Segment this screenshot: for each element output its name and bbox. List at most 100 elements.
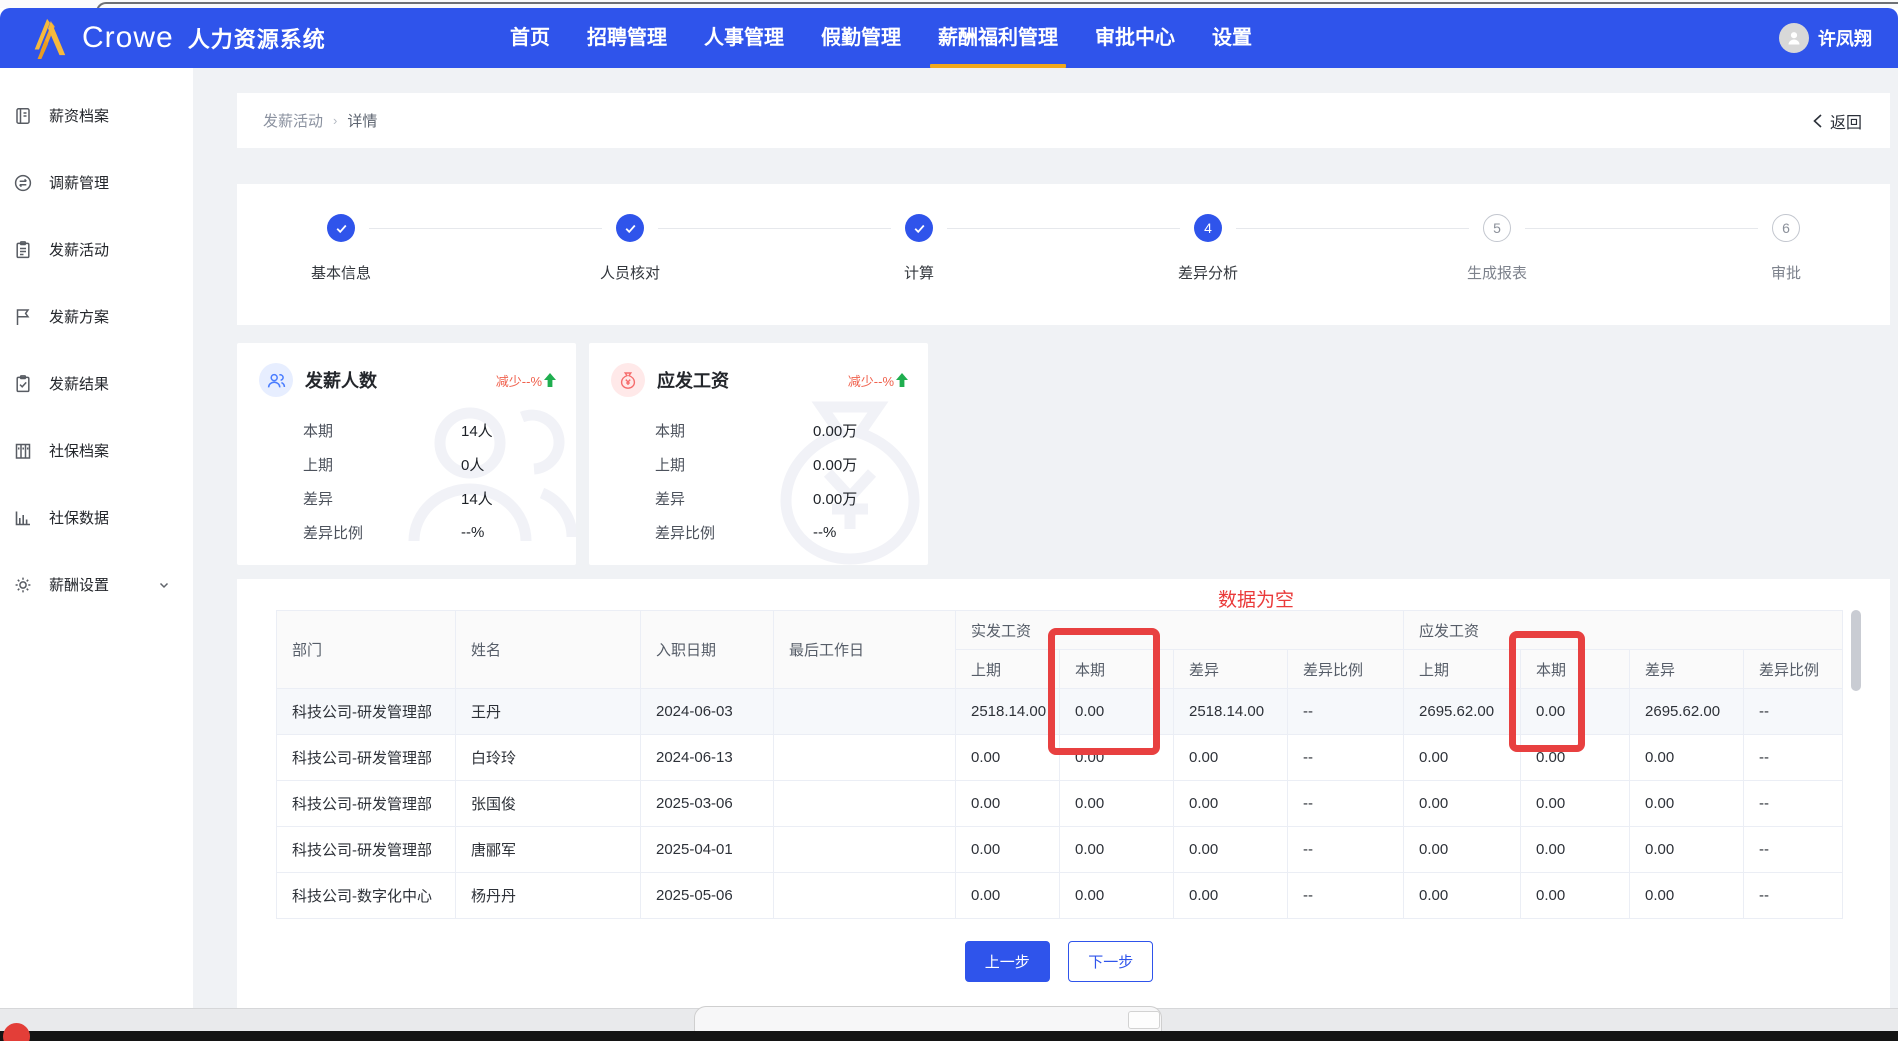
cell-name: 白玲玲 [455,734,641,781]
sidebar-item-social-archive[interactable]: 社保档案 [0,417,193,484]
nav-item-recruitment[interactable]: 招聘管理 [587,8,667,68]
nav-item-approval-center[interactable]: 审批中心 [1095,8,1175,68]
sub-header-prev: 上期 [1403,649,1522,689]
table-row[interactable]: 科技公司-研发管理部 唐郦军 2025-04-01 0.00 0.00 0.00… [276,826,1844,873]
stat-row-value: 14人 [461,490,493,508]
cell-gross-diff-ratio: -- [1743,734,1844,781]
archive-icon [13,441,33,461]
sidebar-item-label: 社保数据 [49,510,110,527]
step-personnel-check[interactable]: 人员核对 [600,214,661,283]
stat-row: 差异比例 --% [303,515,556,549]
step-check-icon [905,214,933,242]
cell-net-diff-ratio: -- [1286,734,1405,781]
sub-header-diff: 差异 [1629,649,1745,689]
step-number: 4 [1194,214,1222,242]
col-header-hire-date: 入职日期 [640,610,774,689]
step-check-icon [327,214,355,242]
user-menu[interactable]: 许凤翔 [1779,8,1872,68]
gear-icon [13,575,33,595]
stat-row-value: 0.00万 [813,490,858,508]
cell-last-work-day [773,780,956,827]
cell-dept: 科技公司-研发管理部 [276,688,456,735]
breadcrumb-payroll-activity[interactable]: 发薪活动 [263,110,323,131]
nav-item-compensation[interactable]: 薪酬福利管理 [930,8,1066,68]
cell-gross-current: 0.00 [1520,826,1631,873]
sidebar-item-compensation-settings[interactable]: 薪酬设置 [0,551,193,618]
nav-item-home[interactable]: 首页 [510,8,550,68]
browser-top-edge [0,0,1898,12]
step-approval[interactable]: 6 审批 [1758,214,1814,283]
nav-item-personnel[interactable]: 人事管理 [704,8,784,68]
cell-net-diff-ratio: -- [1286,688,1405,735]
cell-dept: 科技公司-研发管理部 [276,780,456,827]
sidebar-item-label: 社保档案 [49,443,110,460]
group-header-net-pay: 实发工资 [954,610,1405,650]
stat-row-value: --% [813,523,837,541]
stat-row-value: 0.00万 [813,422,858,440]
stat-row-label: 差异 [655,490,686,508]
cell-gross-diff-ratio: -- [1743,780,1844,827]
cell-gross-prev: 0.00 [1403,826,1522,873]
col-header-dept: 部门 [276,610,456,689]
step-connector [369,228,602,229]
sidebar-item-payroll-activity[interactable]: 发薪活动 [0,216,193,283]
main-content: 发薪活动 › 详情 返回 基本信息 人员核对 计算 4 差异分析 5 生成报表 … [193,68,1898,1008]
money-bag-icon [611,363,645,397]
sidebar-item-label: 薪酬设置 [49,577,110,594]
stat-row-label: 差异比例 [303,524,364,542]
breadcrumb-separator-icon: › [333,113,338,128]
user-name: 许凤翔 [1818,29,1872,49]
step-diff-analysis[interactable]: 4 差异分析 [1178,214,1238,283]
bar-chart-icon [13,508,33,528]
scrollbar-thumb[interactable] [1851,610,1861,691]
cell-hire-date: 2025-04-01 [640,826,774,873]
breadcrumb-detail: 详情 [347,113,378,130]
sidebar-item-payroll-plan[interactable]: 发薪方案 [0,283,193,350]
background-window-tab [694,1006,1162,1032]
clipboard-icon [13,240,33,260]
layout: 薪资档案 调薪管理 发薪活动 发薪方案 发薪结果 社保档案 社保数据 薪酬设置 … [0,68,1898,1008]
sub-header-diff-ratio: 差异比例 [1286,649,1405,689]
stat-row-label: 本期 [655,422,686,440]
stat-row: 本期 14人 [303,413,556,447]
table-row[interactable]: 科技公司-研发管理部 张国俊 2025-03-06 0.00 0.00 0.00… [276,780,1844,827]
step-label: 生成报表 [1467,265,1528,282]
stat-row: 上期 0.00万 [655,447,908,481]
back-button[interactable]: 返回 [1811,109,1862,133]
stat-row: 本期 0.00万 [655,413,908,447]
cell-dept: 科技公司-数字化中心 [276,872,456,919]
cell-hire-date: 2025-05-06 [640,872,774,919]
sub-header-diff-ratio: 差异比例 [1743,649,1844,689]
sidebar-item-salary-adjust[interactable]: 调薪管理 [0,149,193,216]
sidebar-item-social-data[interactable]: 社保数据 [0,484,193,551]
cell-net-diff: 0.00 [1173,780,1288,827]
stat-row: 差异比例 --% [655,515,908,549]
step-number: 6 [1772,214,1800,242]
clipboard-check-icon [13,374,33,394]
cell-net-diff: 0.00 [1173,826,1288,873]
avatar [1779,23,1809,53]
cell-gross-diff-ratio: -- [1743,688,1844,735]
cell-gross-diff: 2695.62.00 [1629,688,1745,735]
sidebar-item-salary-archive[interactable]: 薪资档案 [0,82,193,149]
step-generate-report[interactable]: 5 生成报表 [1467,214,1528,283]
step-calculate[interactable]: 计算 [891,214,947,283]
sub-header-diff: 差异 [1173,649,1288,689]
group-header-gross-pay: 应发工资 [1403,610,1844,650]
flag-icon [13,307,33,327]
next-step-button[interactable]: 下一步 [1068,941,1154,982]
brand-name: Crowe [82,21,174,54]
breadcrumb-bar: 发薪活动 › 详情 返回 [237,93,1890,148]
nav-item-settings[interactable]: 设置 [1212,8,1252,68]
step-basic-info[interactable]: 基本信息 [311,214,371,283]
step-connector [1525,228,1758,229]
table-row[interactable]: 科技公司-数字化中心 杨丹丹 2025-05-06 0.00 0.00 0.00… [276,872,1844,919]
step-label: 人员核对 [600,265,661,282]
stat-row: 差异 0.00万 [655,481,908,515]
prev-step-button[interactable]: 上一步 [964,941,1050,982]
cell-gross-diff: 0.00 [1629,734,1745,781]
sidebar-item-payroll-result[interactable]: 发薪结果 [0,350,193,417]
file-document-icon [13,106,33,126]
nav-item-attendance[interactable]: 假勤管理 [821,8,901,68]
swap-circle-icon [13,173,33,193]
